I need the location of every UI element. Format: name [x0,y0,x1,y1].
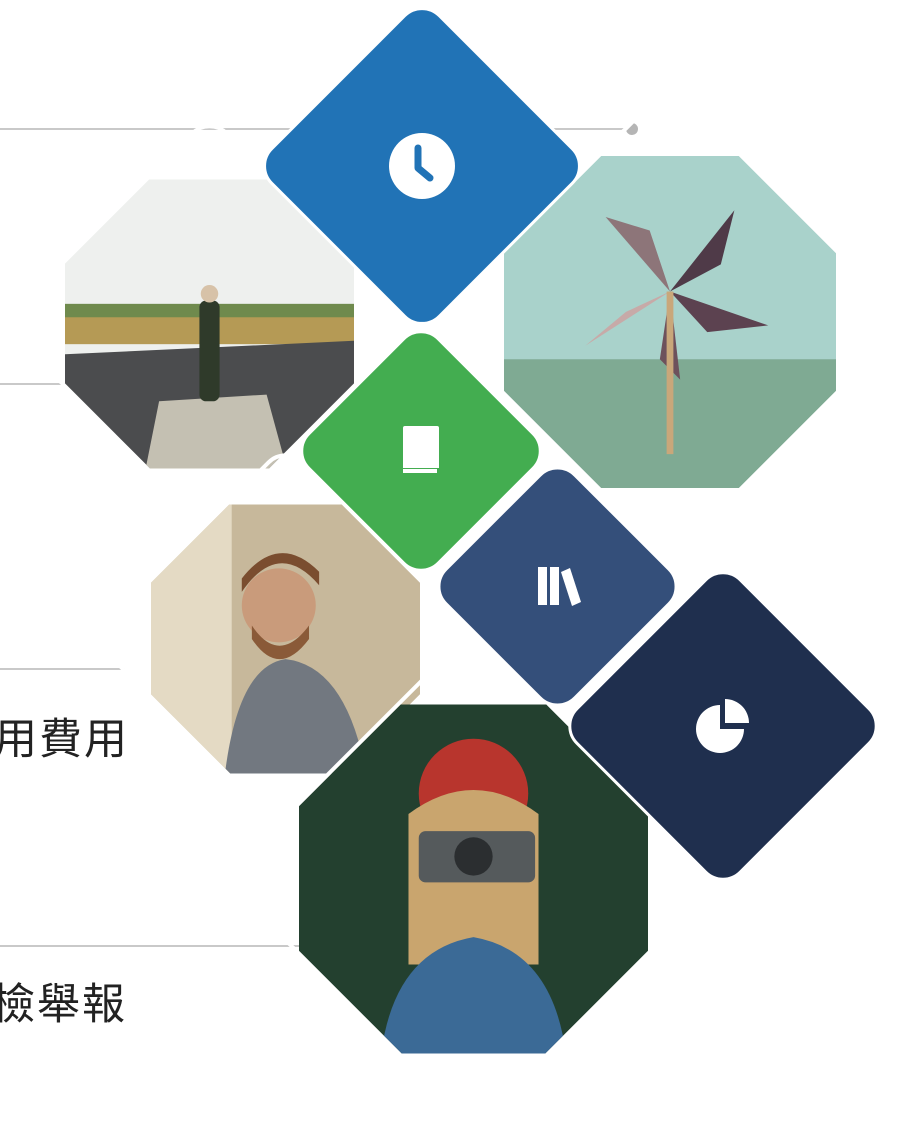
pie-chart-icon [696,699,749,753]
report-label: 檢舉報 [0,980,127,1030]
library-icon [537,566,581,606]
fee-label: 用費用 [0,715,129,765]
connector-line-3 [0,668,125,670]
connector-line-4 [0,945,318,947]
clock-icon [389,133,455,199]
book-icon [403,426,439,474]
